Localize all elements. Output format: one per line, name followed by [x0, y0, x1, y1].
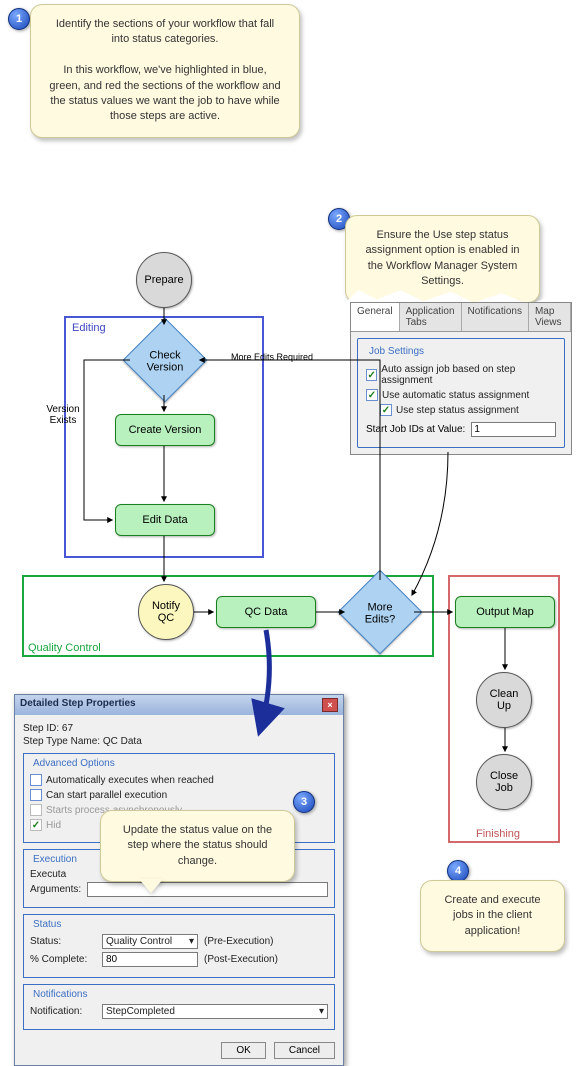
zone-qc-label: Quality Control: [28, 642, 101, 654]
notifications-legend: Notifications: [30, 989, 90, 1000]
arguments-input[interactable]: [87, 882, 328, 897]
tab-notifications[interactable]: Notifications: [462, 303, 529, 331]
callout-2-text: Ensure the Use step status assignment op…: [365, 229, 519, 287]
checkbox-icon: ✓: [30, 819, 42, 831]
node-notify-qc: Notify QC: [138, 584, 194, 640]
check-icon: ✓: [380, 404, 392, 416]
node-output-map: Output Map: [455, 596, 555, 628]
dialog-titlebar: Detailed Step Properties ×: [15, 695, 343, 715]
edge-more-edits-required: More Edits Required: [231, 352, 313, 362]
edge-version-exists: Version Exists: [40, 404, 86, 426]
step-id-label: Step ID:: [23, 723, 59, 734]
checkbox-icon: [30, 804, 42, 816]
job-settings-legend: Job Settings: [366, 346, 427, 357]
close-icon[interactable]: ×: [322, 698, 338, 712]
callout-1-p2: In this workflow, we've highlighted in b…: [47, 63, 283, 125]
notification-combo[interactable]: StepCompleted▾: [102, 1004, 328, 1019]
chk-auto-execute[interactable]: Automatically executes when reached: [30, 774, 328, 786]
dialog-title: Detailed Step Properties: [20, 698, 136, 712]
ok-button[interactable]: OK: [221, 1042, 265, 1059]
callout-1-p1: Identify the sections of your workflow t…: [47, 17, 283, 48]
node-clean-up: Clean Up: [476, 672, 532, 728]
checkbox-icon: [30, 789, 42, 801]
tab-general[interactable]: General: [351, 303, 400, 331]
badge-3: 3: [293, 791, 315, 813]
status-legend: Status: [30, 919, 64, 930]
badge-4: 4: [447, 860, 469, 882]
start-id-input[interactable]: [471, 422, 556, 437]
callout-4: Create and execute jobs in the client ap…: [420, 880, 565, 952]
callout-3: Update the status value on the step wher…: [100, 810, 295, 882]
zone-editing-label: Editing: [72, 322, 106, 334]
node-prepare: Prepare: [136, 252, 192, 308]
node-close-job: Close Job: [476, 754, 532, 810]
status-group: Status Status: Quality Control▾ (Pre-Exe…: [23, 914, 335, 978]
callout-2: Ensure the Use step status assignment op…: [345, 215, 540, 303]
step-type-value: QC Data: [103, 736, 142, 747]
step-type-label: Step Type Name:: [23, 736, 100, 747]
tab-mapviews[interactable]: Map Views: [529, 303, 571, 331]
chk-auto-status[interactable]: ✓Use automatic status assignment: [366, 389, 556, 401]
callout-3-text: Update the status value on the step wher…: [123, 824, 272, 867]
chk-step-status[interactable]: ✓Use step status assignment: [380, 404, 556, 416]
chevron-down-icon: ▾: [189, 936, 194, 947]
checkbox-icon: [30, 774, 42, 786]
notifications-group: Notifications Notification: StepComplete…: [23, 984, 335, 1030]
chevron-down-icon: ▾: [319, 1006, 324, 1017]
node-qc-data: QC Data: [216, 596, 316, 628]
status-combo[interactable]: Quality Control▾: [102, 934, 198, 949]
advanced-legend: Advanced Options: [30, 758, 118, 769]
node-create-version: Create Version: [115, 414, 215, 446]
cancel-button[interactable]: Cancel: [274, 1042, 335, 1059]
execution-legend: Execution: [30, 854, 80, 865]
check-icon: ✓: [366, 369, 377, 381]
chk-auto-assign[interactable]: ✓Auto assign job based on step assignmen…: [366, 364, 556, 386]
badge-1: 1: [8, 8, 30, 30]
arguments-label: Arguments:: [30, 884, 81, 895]
start-id-row: Start Job IDs at Value:: [366, 422, 556, 437]
settings-tabs: General Application Tabs Notifications M…: [351, 303, 571, 332]
complete-input[interactable]: [102, 952, 198, 967]
start-id-label: Start Job IDs at Value:: [366, 424, 465, 435]
tab-apptabs[interactable]: Application Tabs: [400, 303, 462, 331]
job-settings-group: Job Settings ✓Auto assign job based on s…: [357, 338, 565, 448]
step-id-value: 67: [62, 723, 73, 734]
check-icon: ✓: [366, 389, 378, 401]
notification-label: Notification:: [30, 1006, 96, 1017]
settings-panel: General Application Tabs Notifications M…: [350, 302, 572, 455]
status-suffix: (Pre-Execution): [204, 936, 273, 947]
node-edit-data: Edit Data: [115, 504, 215, 536]
complete-suffix: (Post-Execution): [204, 954, 278, 965]
chk-parallel[interactable]: Can start parallel execution: [30, 789, 328, 801]
zone-finishing-label: Finishing: [476, 828, 520, 840]
callout-4-text: Create and execute jobs in the client ap…: [444, 894, 540, 937]
complete-label: % Complete:: [30, 954, 96, 965]
callout-1: Identify the sections of your workflow t…: [30, 4, 300, 138]
status-label: Status:: [30, 936, 96, 947]
